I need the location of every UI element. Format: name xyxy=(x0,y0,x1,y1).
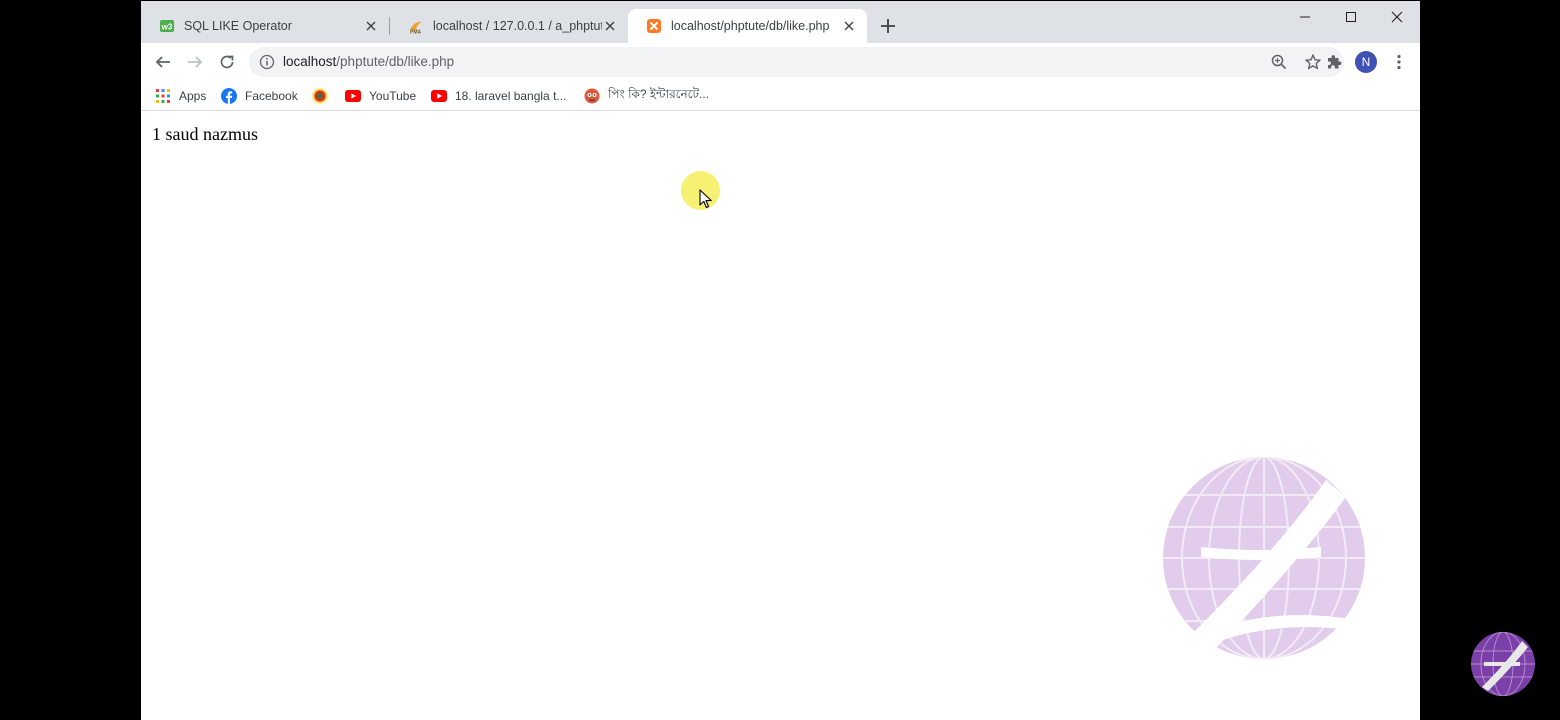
bookmarks-bar: Apps Facebook YouTube 18. laravel bangla… xyxy=(141,81,1420,111)
extensions-puzzle-icon[interactable] xyxy=(1324,52,1344,72)
globe-watermark-icon xyxy=(1163,457,1365,659)
tab-like-php[interactable]: localhost/phptute/db/like.php xyxy=(628,9,867,43)
bookmark-facebook[interactable]: Facebook xyxy=(221,85,298,107)
more-vertical-icon xyxy=(1397,54,1401,70)
bookmark-laravel-bangla[interactable]: 18. laravel bangla t... xyxy=(431,85,566,107)
apps-grid-icon xyxy=(155,88,171,104)
browser-toolbar: localhost/phptute/db/like.php N xyxy=(141,43,1420,81)
close-icon[interactable] xyxy=(602,18,618,34)
close-icon[interactable] xyxy=(363,18,379,34)
close-icon xyxy=(1391,11,1403,23)
bookmark-label: Facebook xyxy=(245,89,298,103)
minimize-button[interactable] xyxy=(1282,4,1328,30)
reload-button[interactable] xyxy=(215,50,239,74)
close-window-button[interactable] xyxy=(1374,4,1420,30)
site-icon xyxy=(584,88,600,104)
svg-text:PMA: PMA xyxy=(410,30,422,35)
page-content: 1 saud nazmus xyxy=(141,111,1420,720)
tab-title: SQL LIKE Operator xyxy=(184,19,292,33)
maximize-icon xyxy=(1346,12,1356,22)
mouse-pointer-icon xyxy=(699,189,712,209)
url-host: localhost xyxy=(283,54,337,69)
arrow-left-icon xyxy=(155,56,170,68)
bookmark-star-icon[interactable] xyxy=(1304,53,1322,71)
bookmark-apps[interactable]: Apps xyxy=(155,85,206,107)
channel-logo-icon xyxy=(1471,632,1535,696)
minimize-icon xyxy=(1300,16,1310,18)
back-button[interactable] xyxy=(151,50,175,74)
new-tab-button[interactable] xyxy=(878,16,898,36)
bookmark-label: YouTube xyxy=(369,89,417,103)
tab-sql-like-operator[interactable]: w3 SQL LIKE Operator xyxy=(141,9,389,43)
tab-phpmyadmin[interactable]: PMA localhost / 127.0.0.1 / a_phptute xyxy=(390,9,628,43)
xampp-icon xyxy=(646,18,662,34)
query-result-text: 1 saud nazmus xyxy=(152,124,258,144)
forward-button[interactable] xyxy=(183,50,207,74)
profile-avatar[interactable]: N xyxy=(1355,51,1377,73)
bookmark-youtube[interactable]: YouTube xyxy=(345,85,416,107)
address-bar[interactable]: localhost/phptute/db/like.php xyxy=(249,47,1344,77)
info-icon[interactable] xyxy=(259,54,275,70)
maximize-button[interactable] xyxy=(1328,4,1374,30)
bookmark-ping-article[interactable]: পিং কি? ইন্টারনেটে... xyxy=(584,85,709,107)
svg-text:w3: w3 xyxy=(161,23,173,32)
w3schools-icon: w3 xyxy=(159,18,175,34)
arrow-right-icon xyxy=(188,56,203,68)
reload-icon xyxy=(220,55,234,69)
close-icon[interactable] xyxy=(841,18,857,34)
url-path: /phptute/db/like.php xyxy=(336,54,455,69)
seal-icon xyxy=(312,88,328,104)
bookmark-label: 18. laravel bangla t... xyxy=(455,89,567,103)
bookmark-seal[interactable] xyxy=(312,85,336,107)
tab-title: localhost/phptute/db/like.php xyxy=(671,19,830,33)
youtube-icon xyxy=(431,88,447,104)
browser-menu-button[interactable] xyxy=(1389,52,1409,72)
tab-strip: w3 SQL LIKE Operator PMA localhost / 127… xyxy=(141,1,1420,43)
bookmark-label: Apps xyxy=(179,89,207,103)
url-text: localhost/phptute/db/like.php xyxy=(283,54,454,69)
tab-title: localhost / 127.0.0.1 / a_phptute xyxy=(433,19,602,33)
browser-window: w3 SQL LIKE Operator PMA localhost / 127… xyxy=(141,1,1420,720)
plus-icon xyxy=(881,19,895,33)
phpmyadmin-icon: PMA xyxy=(408,18,424,34)
bookmark-label: পিং কি? ইন্টারনেটে... xyxy=(608,87,710,101)
facebook-icon xyxy=(221,88,237,104)
youtube-icon xyxy=(345,88,361,104)
zoom-icon[interactable] xyxy=(1270,53,1288,71)
